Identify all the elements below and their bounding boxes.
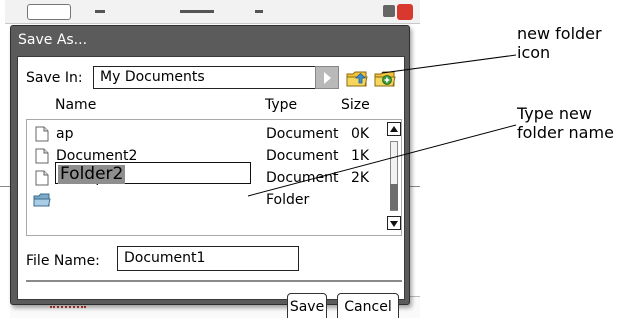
callout-leader-lines [247, 54, 517, 197]
leader-line-folder-name [247, 124, 517, 197]
leader-line-new-folder [381, 54, 517, 74]
